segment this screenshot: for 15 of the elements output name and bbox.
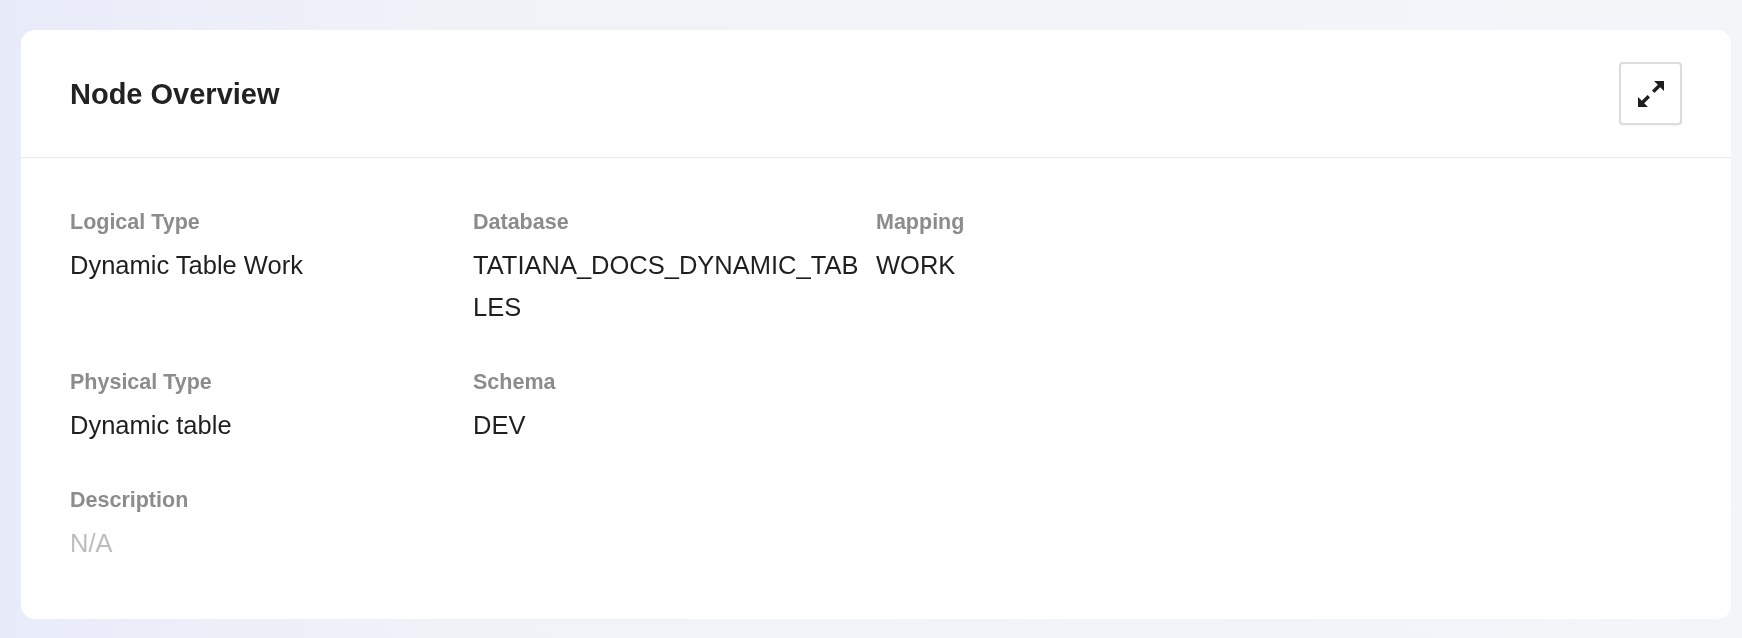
field-value: WORK [876,250,956,281]
field-label: Schema [473,369,556,396]
field-value: Dynamic Table Work [70,250,303,281]
expand-button[interactable] [1619,62,1682,125]
field-value: N/A [70,528,113,559]
field-label: Mapping [876,209,965,236]
field-value: DEV [473,410,526,441]
field-label: Logical Type [70,209,200,236]
field-value: TATIANA_DOCS_DYNAMIC_TABLES [473,250,860,323]
field-label: Description [70,487,189,514]
panel-title: Node Overview [70,76,280,112]
field-label: Database [473,209,569,236]
field-value: Dynamic table [70,410,232,441]
expand-icon [1637,80,1664,107]
field-label: Physical Type [70,369,212,396]
